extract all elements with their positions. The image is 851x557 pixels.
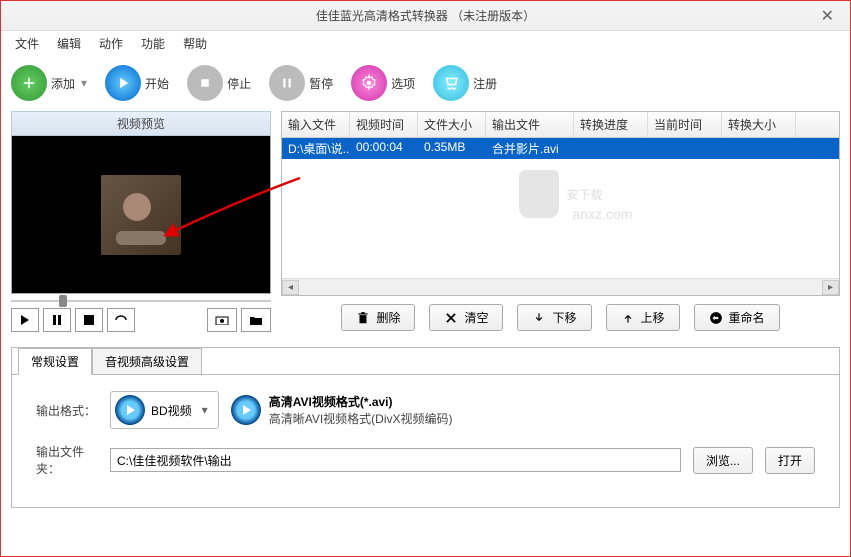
output-folder-input[interactable]: [110, 448, 681, 472]
menu-edit[interactable]: 编辑: [49, 32, 89, 55]
col-tsize[interactable]: 转换大小: [722, 112, 796, 137]
settings-panel: 常规设置 音视频高级设置 输出格式： BD视频 ▾ 高清AVI视频格式(*.av…: [11, 347, 840, 508]
col-output[interactable]: 输出文件: [486, 112, 574, 137]
disc-icon: [115, 395, 145, 425]
tab-av[interactable]: 音视频高级设置: [92, 348, 202, 375]
table-row[interactable]: D:\桌面\说... 00:00:04 0.35MB 合并影片.avi: [282, 138, 839, 159]
col-input[interactable]: 输入文件: [282, 112, 350, 137]
rename-button[interactable]: 重命名: [694, 304, 780, 331]
col-size[interactable]: 文件大小: [418, 112, 486, 137]
pause-control[interactable]: [43, 308, 71, 332]
player-controls: [11, 308, 271, 332]
stop-icon: [187, 65, 223, 101]
preview-title: 视频预览: [11, 111, 271, 136]
menu-function[interactable]: 功能: [133, 32, 173, 55]
move-down-button[interactable]: 下移: [517, 304, 591, 331]
menu-action[interactable]: 动作: [91, 32, 131, 55]
pause-button[interactable]: 暂停: [269, 65, 333, 101]
start-button[interactable]: 开始: [105, 65, 169, 101]
register-button[interactable]: 注册: [433, 65, 497, 101]
shield-icon: [518, 170, 558, 218]
stop-button[interactable]: 停止: [187, 65, 251, 101]
seek-bar[interactable]: [11, 300, 271, 302]
clear-button[interactable]: 清空: [429, 304, 503, 331]
cart-icon: [433, 65, 469, 101]
add-button[interactable]: 添加 ▾: [11, 65, 87, 101]
scroll-left-icon[interactable]: ◂: [282, 280, 299, 295]
table-header: 输入文件 视频时间 文件大小 输出文件 转换进度 当前时间 转换大小: [282, 112, 839, 138]
menu-help[interactable]: 帮助: [175, 32, 215, 55]
preview-pane: 视频预览: [11, 111, 271, 339]
toolbar: 添加 ▾ 开始 停止 暂停 选项 注册: [1, 55, 850, 111]
pause-icon: [269, 65, 305, 101]
stop-control[interactable]: [75, 308, 103, 332]
output-folder-label: 输出文件夹：: [36, 443, 98, 477]
snapshot-control[interactable]: [207, 308, 237, 332]
folder-control[interactable]: [241, 308, 271, 332]
gear-icon: [351, 65, 387, 101]
close-icon[interactable]: ✕: [813, 4, 842, 28]
loop-control[interactable]: [107, 308, 135, 332]
video-thumbnail: [101, 175, 181, 255]
tab-general[interactable]: 常规设置: [18, 348, 92, 375]
output-format-label: 输出格式：: [36, 402, 98, 419]
chevron-down-icon: ▾: [81, 76, 87, 90]
chevron-down-icon: ▾: [202, 403, 208, 417]
col-time[interactable]: 视频时间: [350, 112, 418, 137]
options-button[interactable]: 选项: [351, 65, 415, 101]
watermark: 安下载 anxz.com: [518, 170, 602, 218]
play-control[interactable]: [11, 308, 39, 332]
format-selector[interactable]: BD视频 ▾: [110, 391, 219, 429]
window-title: 佳佳蓝光高清格式转换器 （未注册版本）: [1, 7, 850, 24]
table-body[interactable]: D:\桌面\说... 00:00:04 0.35MB 合并影片.avi 安下载 …: [282, 138, 839, 278]
format-description: 高清AVI视频格式(*.avi) 高清晰AVI视频格式(DivX视频编码): [231, 393, 453, 427]
open-button[interactable]: 打开: [765, 447, 815, 474]
menubar: 文件 编辑 动作 功能 帮助: [1, 31, 850, 55]
browse-button[interactable]: 浏览...: [693, 447, 753, 474]
disc-icon: [231, 395, 261, 425]
plus-icon: [11, 65, 47, 101]
menu-file[interactable]: 文件: [7, 32, 47, 55]
scroll-right-icon[interactable]: ▸: [822, 280, 839, 295]
preview-video: [11, 136, 271, 294]
file-list: 输入文件 视频时间 文件大小 输出文件 转换进度 当前时间 转换大小 D:\桌面…: [281, 111, 840, 296]
seek-thumb[interactable]: [59, 295, 67, 307]
titlebar: 佳佳蓝光高清格式转换器 （未注册版本） ✕: [1, 1, 850, 31]
horizontal-scrollbar[interactable]: ◂ ▸: [282, 278, 839, 295]
delete-button[interactable]: 删除: [341, 304, 415, 331]
move-up-button[interactable]: 上移: [606, 304, 680, 331]
settings-tabs: 常规设置 音视频高级设置: [18, 347, 839, 374]
play-icon: [105, 65, 141, 101]
col-progress[interactable]: 转换进度: [574, 112, 648, 137]
col-curtime[interactable]: 当前时间: [648, 112, 722, 137]
file-actions: 删除 清空 下移 上移 重命名: [281, 296, 840, 339]
